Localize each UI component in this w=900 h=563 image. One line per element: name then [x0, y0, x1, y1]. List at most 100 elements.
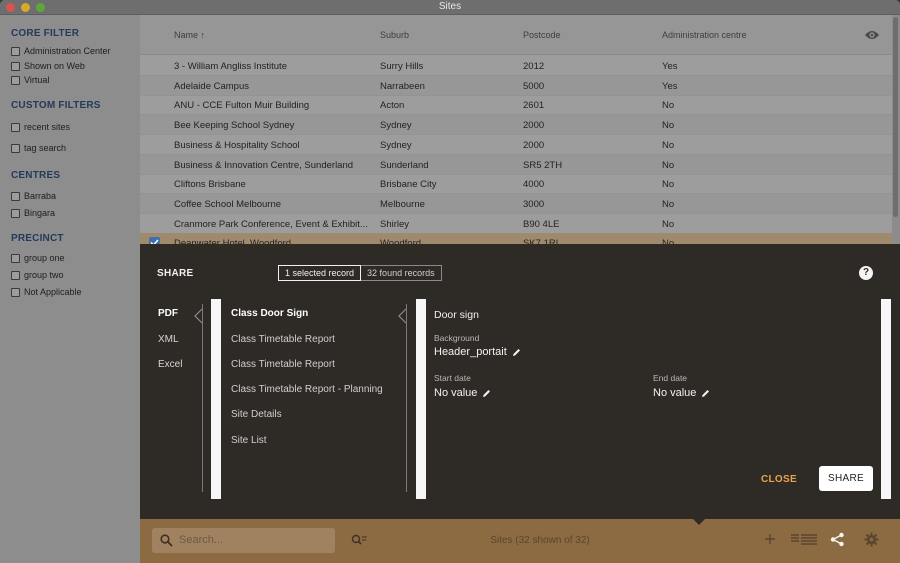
share-popover-pointer	[693, 519, 705, 525]
table-cell-name: ANU - CCE Fulton Muir Building	[174, 100, 310, 112]
checkbox[interactable]	[11, 75, 20, 85]
checkbox[interactable]	[11, 46, 20, 56]
table-cell-name: 3 - William Angliss Institute	[174, 61, 287, 72]
section-centres: CENTRES	[11, 170, 61, 181]
checkbox[interactable]	[11, 122, 20, 132]
background-label: Background	[434, 333, 480, 343]
filter-tag-search[interactable]: tag search	[11, 143, 66, 153]
table-cell-suburb: Sunderland	[380, 159, 429, 171]
report-site-list[interactable]: Site List	[231, 435, 267, 446]
table-cell-suburb: Melbourne	[380, 198, 425, 210]
record-scope-segmented-control: 1 selected record 32 found records	[278, 265, 442, 281]
report-site-details[interactable]: Site Details	[231, 409, 282, 420]
help-icon[interactable]: ?	[859, 266, 873, 280]
filter-shown-on-web[interactable]: Shown on Web	[11, 61, 85, 71]
add-icon[interactable]	[764, 532, 776, 550]
format-excel[interactable]: Excel	[158, 359, 182, 370]
format-xml[interactable]: XML	[158, 334, 179, 345]
table-cell-postcode: 2000	[523, 139, 545, 151]
checkbox[interactable]	[11, 143, 20, 153]
table-scrollbar[interactable]	[892, 15, 900, 245]
table-cell-suburb: Acton	[380, 100, 405, 112]
table-row[interactable]: Business & Hospitality School Sydney 2000 N…	[140, 135, 892, 155]
table-cell-admin-centre: No	[662, 179, 675, 191]
settings-gear-icon[interactable]	[864, 532, 879, 552]
report-class-door-sign[interactable]: Class Door Sign	[231, 308, 308, 319]
table-cell-suburb: Brisbane City	[380, 179, 437, 191]
column-header-postcode[interactable]: Postcode	[523, 30, 561, 40]
table-cell-postcode: 2000	[523, 120, 545, 132]
table-cell-suburb: Sydney	[380, 120, 412, 132]
end-date-field[interactable]: No value	[653, 387, 710, 399]
segment-found-records[interactable]: 32 found records	[361, 265, 442, 281]
close-button[interactable]: CLOSE	[761, 474, 797, 485]
table-cell-admin-centre: Yes	[662, 61, 678, 72]
checkbox[interactable]	[11, 208, 20, 218]
filter-bingara[interactable]: Bingara	[11, 208, 55, 218]
table-cell-suburb: Surry Hills	[380, 61, 424, 72]
checkbox[interactable]	[11, 253, 20, 263]
segment-selected-record[interactable]: 1 selected record	[278, 265, 362, 281]
table-cell-name: Coffee School Melbourne	[174, 198, 282, 210]
checkbox[interactable]	[11, 287, 20, 297]
table-row[interactable]: ANU - CCE Fulton Muir Building Acton 2601 N…	[140, 95, 892, 116]
table-cell-name: Cliftons Brisbane	[174, 179, 246, 191]
column-header-suburb[interactable]: Suburb	[380, 30, 409, 40]
start-date-field[interactable]: No value	[434, 387, 491, 399]
table-cell-postcode: SR5 2TH	[523, 159, 563, 171]
table-row[interactable]: Coffee School Melbourne Melbourne 3000 No	[140, 193, 892, 214]
section-core-filter: CORE FILTER	[11, 28, 80, 39]
table-cell-postcode: 2012	[523, 61, 545, 72]
table-row[interactable]: Business & Innovation Centre, Sunderland…	[140, 154, 892, 175]
report-class-timetable-report-2[interactable]: Class Timetable Report	[231, 359, 335, 370]
table-row[interactable]: Bee Keeping School Sydney Sydney 2000 No	[140, 115, 892, 136]
sort-ascending-icon: ↑	[200, 30, 206, 40]
table-cell-name: Business & Innovation Centre, Sunderland	[174, 159, 354, 171]
table-cell-postcode: 4000	[523, 179, 545, 191]
checkbox[interactable]	[11, 61, 20, 71]
report-class-timetable-report[interactable]: Class Timetable Report	[231, 334, 335, 345]
table-cell-name: Bee Keeping School Sydney	[174, 120, 295, 132]
table-cell-postcode: B90 4LE	[523, 218, 560, 230]
column-divider	[406, 304, 407, 492]
edit-pencil-icon	[512, 348, 520, 356]
table-row[interactable]: 3 - William Angliss Institute Surry Hills…	[140, 56, 892, 76]
section-custom-filters: CUSTOM FILTERS	[11, 100, 101, 111]
table-cell-suburb: Sydney	[380, 139, 412, 151]
window-title: Sites	[438, 1, 462, 12]
checkbox[interactable]	[11, 270, 20, 280]
column-header-name[interactable]: Name ↑	[174, 30, 205, 40]
column-visibility-eye-icon[interactable]	[864, 28, 880, 46]
scrollbar-thumb[interactable]	[893, 17, 898, 217]
background-field[interactable]: Header_portait	[434, 346, 521, 358]
share-icon[interactable]	[830, 532, 845, 552]
filter-group-one[interactable]: group one	[11, 253, 65, 263]
section-precinct: PRECINCT	[11, 233, 64, 244]
table-row[interactable]: Adelaide Campus Narrabeen 5000 Yes	[140, 75, 892, 96]
table-cell-name: Cranmore Park Conference, Event & Exhibi…	[174, 218, 368, 230]
filter-group-two[interactable]: group two	[11, 270, 64, 280]
filter-administration-center[interactable]: Administration Center	[11, 46, 111, 56]
table-cell-name: Business & Hospitality School	[174, 139, 300, 151]
record-count-status: Sites (32 shown of 32)	[490, 535, 590, 546]
bottom-toolbar: Search... Sites (32 shown of 32)	[140, 519, 900, 563]
edit-pencil-icon	[483, 389, 491, 397]
format-pdf[interactable]: PDF	[158, 308, 178, 319]
filter-not-applicable[interactable]: Not Applicable	[11, 287, 82, 297]
detail-panel-edge	[881, 299, 891, 499]
filter-barraba[interactable]: Barraba	[11, 191, 56, 201]
list-view-icon[interactable]	[790, 532, 818, 551]
filter-virtual[interactable]: Virtual	[11, 75, 49, 85]
report-class-timetable-planning[interactable]: Class Timetable Report - Planning	[231, 384, 383, 395]
table-cell-admin-centre: No	[662, 198, 675, 210]
column-header-administration-centre[interactable]: Administration centre	[662, 30, 747, 40]
share-button[interactable]: SHARE	[819, 466, 873, 491]
start-date-label: Start date	[434, 373, 471, 383]
end-date-label: End date	[653, 373, 688, 383]
table-row[interactable]: Cliftons Brisbane Brisbane City 4000 No	[140, 174, 892, 195]
column-divider	[202, 304, 203, 492]
filter-recent-sites[interactable]: recent sites	[11, 122, 70, 132]
share-panel: SHARE 1 selected record 32 found records…	[140, 244, 900, 519]
table-row[interactable]: Cranmore Park Conference, Event & Exhibi…	[140, 214, 892, 234]
checkbox[interactable]	[11, 191, 20, 201]
